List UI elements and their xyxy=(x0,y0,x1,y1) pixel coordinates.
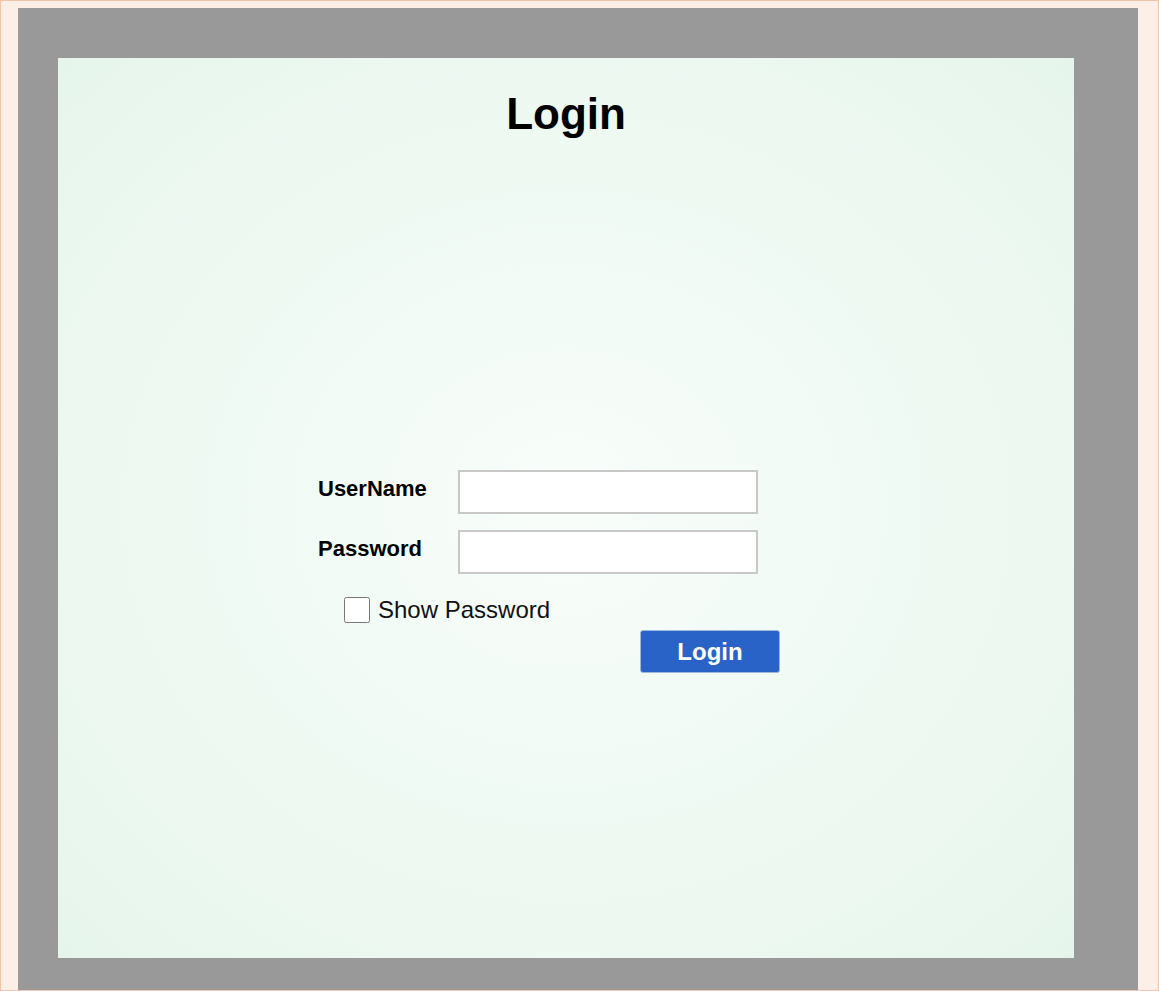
field-label: Password xyxy=(318,536,458,568)
field-row: Password xyxy=(318,530,780,574)
username-input[interactable] xyxy=(458,470,758,514)
password-input[interactable] xyxy=(458,530,758,574)
login-title: Login xyxy=(506,86,626,142)
show-password-toggle[interactable]: Show Password xyxy=(344,596,780,624)
button-row: Login xyxy=(640,630,780,673)
window-frame: Login UserName Password Show Password Lo… xyxy=(18,8,1138,991)
field-label: UserName xyxy=(318,476,458,508)
login-button[interactable]: Login xyxy=(640,630,780,673)
page: Login UserName Password Show Password Lo… xyxy=(0,0,1159,991)
field-row: UserName xyxy=(318,470,780,514)
show-password-checkbox[interactable] xyxy=(344,597,370,623)
show-password-label: Show Password xyxy=(378,596,550,624)
login-panel: Login UserName Password Show Password Lo… xyxy=(58,58,1074,958)
login-form: UserName Password Show Password Login xyxy=(318,470,780,673)
